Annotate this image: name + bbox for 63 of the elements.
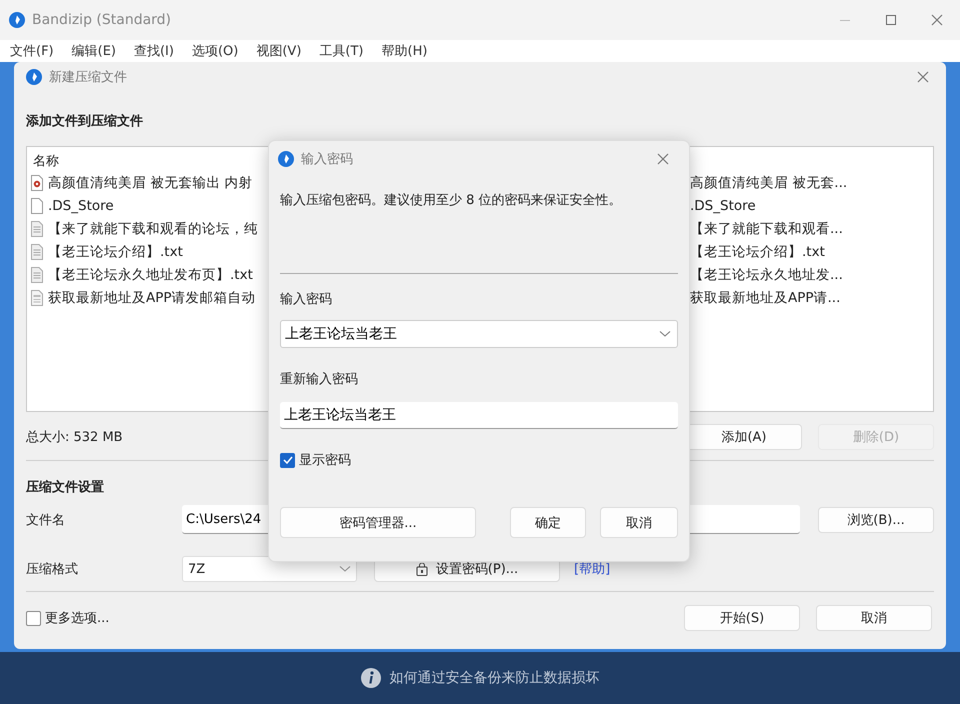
file-name[interactable]: 【来了就能下载和观看...: [690, 220, 933, 238]
close-icon: [930, 13, 944, 27]
file-name[interactable]: .DS_Store: [48, 198, 114, 214]
total-size: 总大小: 532 MB: [26, 429, 123, 446]
info-link[interactable]: 如何通过安全备份来防止数据损坏: [390, 669, 600, 687]
password-field[interactable]: 上老王论坛当老王: [280, 402, 678, 429]
file-name[interactable]: 获取最新地址及APP请...: [690, 288, 933, 306]
dialog-button[interactable]: 确定: [510, 507, 586, 538]
section-title: 添加文件到压缩文件: [26, 112, 144, 130]
chevron-down-icon: [339, 565, 351, 573]
file-name[interactable]: 【来了就能下载和观看的论坛，纯: [48, 220, 258, 238]
lock-icon: [416, 562, 428, 576]
file-name[interactable]: 【老王论坛永久地址发布页】.txt: [48, 266, 253, 284]
menu-item[interactable]: 查找(I): [134, 42, 174, 60]
menu-item[interactable]: 工具(T): [319, 42, 364, 60]
maximize-icon: [884, 13, 898, 27]
dialog-button[interactable]: 取消: [600, 507, 678, 538]
menu-item[interactable]: 视图(V): [256, 42, 302, 60]
field-label: 压缩格式: [26, 561, 79, 578]
check-icon: [282, 455, 292, 465]
field-label: 重新输入密码: [280, 371, 359, 388]
browse-button[interactable]: 浏览(B)...: [818, 506, 934, 532]
menu-item[interactable]: 帮助(H): [382, 42, 428, 60]
checkbox-label[interactable]: 显示密码: [299, 451, 351, 469]
info-icon: [360, 668, 380, 688]
field-label: 文件名: [26, 512, 66, 528]
document-icon: [30, 290, 44, 306]
dialog-title: 输入密码: [301, 151, 353, 168]
show-password-checkbox[interactable]: [280, 452, 295, 468]
file-name[interactable]: 【老王论坛永久地址发...: [690, 266, 933, 284]
window-title: Bandizip (Standard): [32, 12, 172, 28]
app-logo-icon: [26, 69, 42, 85]
section-title: 压缩文件设置: [26, 478, 105, 496]
menu-item[interactable]: 编辑(E): [72, 42, 116, 60]
video-file-icon: [30, 174, 44, 190]
file-name[interactable]: 高颜值清纯美眉 被无套输出 内射: [48, 174, 253, 192]
close-icon: [916, 70, 930, 84]
dialog-description: 输入压缩包密码。建议使用至少 8 位的密码来保证安全性。: [280, 192, 623, 209]
file-name[interactable]: .DS_Store: [690, 198, 933, 214]
password-manager-button[interactable]: 密码管理器...: [280, 507, 476, 538]
file-name[interactable]: 【老王论坛介绍】.txt: [690, 242, 933, 260]
help-link[interactable]: [帮助]: [574, 560, 610, 578]
app-logo-icon: [9, 12, 25, 28]
dialog-button[interactable]: 取消: [816, 605, 932, 631]
text-file-icon: [30, 244, 44, 260]
password-input[interactable]: 上老王论坛当老王: [281, 325, 659, 343]
more-options-checkbox[interactable]: [26, 610, 41, 626]
text-file-icon: [30, 266, 44, 282]
field-label: 输入密码: [280, 291, 333, 308]
chevron-down-icon: [659, 330, 671, 338]
checkbox-label[interactable]: 更多选项...: [45, 609, 110, 627]
password-dropdown[interactable]: 上老王论坛当老王: [280, 320, 678, 348]
file-icon: [30, 198, 44, 214]
app-logo-icon: [278, 151, 294, 167]
file-name[interactable]: 【老王论坛介绍】.txt: [48, 242, 183, 260]
close-icon: [656, 152, 670, 166]
menu-item[interactable]: 文件(F): [10, 42, 54, 60]
file-name[interactable]: 高颜值清纯美眉 被无套...: [690, 174, 933, 192]
text-file-icon: [30, 220, 44, 236]
menu-item[interactable]: 选项(O): [192, 42, 238, 60]
dialog-title: 新建压缩文件: [49, 69, 127, 86]
file-name[interactable]: 获取最新地址及APP请发邮箱自动: [48, 288, 256, 306]
dialog-button[interactable]: 开始(S): [684, 605, 800, 631]
